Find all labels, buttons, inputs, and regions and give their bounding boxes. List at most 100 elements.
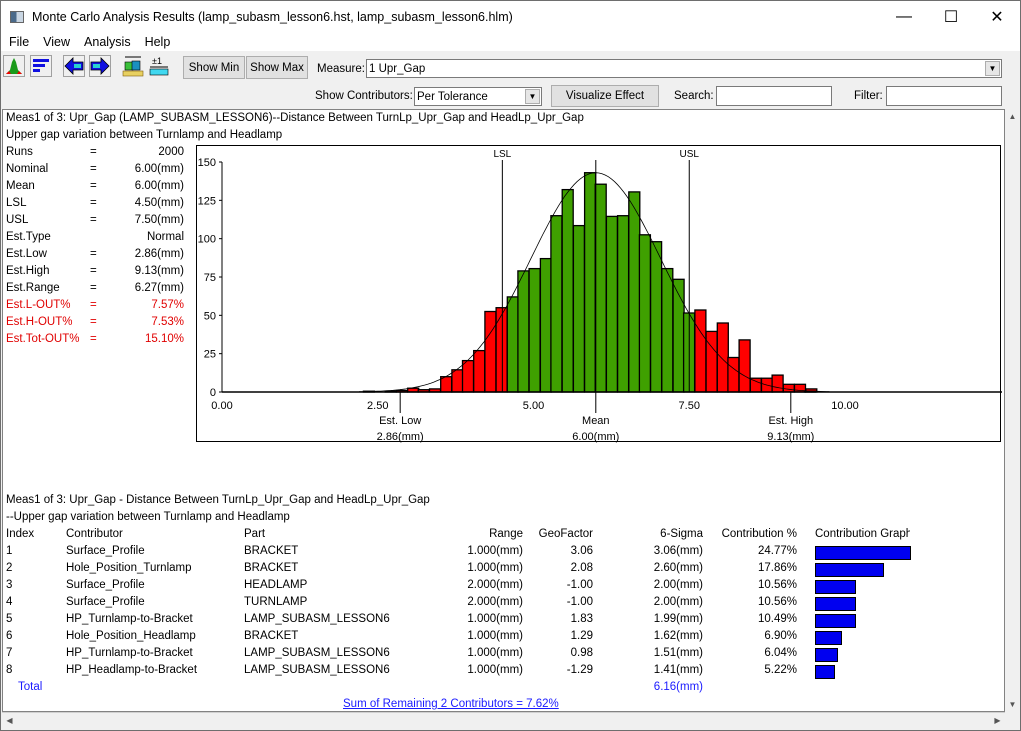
stat-row: Est.Low = 2.86(mm) (6, 248, 184, 265)
y-tick-label: 75 (204, 272, 216, 284)
sensitivity-button[interactable] (30, 55, 52, 77)
stat-row: Runs = 2000 (6, 146, 184, 163)
y-tick-label: 50 (204, 310, 216, 322)
cell-contribution-pct: 6.04% (764, 647, 797, 659)
col-contributor[interactable]: Contributor (66, 528, 123, 540)
show-max-button[interactable]: Show Max (246, 56, 308, 79)
menu-help[interactable]: Help (138, 35, 178, 49)
maximize-icon: ☐ (943, 8, 959, 26)
measure-dropdown[interactable]: 1 Upr_Gap ▼ (366, 59, 1002, 78)
col-contribution-graph[interactable]: Contribution Graph (815, 528, 910, 540)
y-tick-label: 100 (198, 234, 216, 246)
stat-key: LSL (6, 197, 27, 209)
show-min-button[interactable]: Show Min (183, 56, 245, 79)
table-row[interactable]: 4 Surface_Profile TURNLAMP 2.000(mm) -1.00 2.… (3, 596, 1003, 613)
chevron-down-icon[interactable]: ▼ (985, 61, 1000, 76)
show-contributors-value: Per Tolerance (417, 90, 488, 103)
histogram-bar (628, 191, 641, 393)
stat-row: Est.L-OUT% = 7.57% (6, 299, 184, 316)
stat-row: Est.Tot-OUT% = 15.10% (6, 333, 184, 350)
tolerance-button[interactable]: ±1 (148, 55, 170, 77)
cell-6sigma: 1.99(mm) (653, 613, 703, 625)
toolbar: ±1 Show Min Show Max Measure: 1 Upr_Gap … (1, 51, 1020, 109)
title-bar: Monte Carlo Analysis Results (lamp_subas… (1, 1, 1020, 32)
cell-contributor: Surface_Profile (66, 596, 145, 608)
histogram-bar (539, 257, 553, 393)
table-row[interactable]: 6 Hole_Position_Headlamp BRACKET 1.000(mm) 1… (3, 630, 1003, 647)
col-6sigma[interactable]: 6-Sigma (660, 528, 703, 540)
histogram-bar (451, 369, 464, 393)
show-contributors-dropdown[interactable]: Per Tolerance ▼ (414, 87, 542, 106)
stat-equals: = (90, 197, 97, 209)
scroll-left-icon[interactable]: ◀ (2, 713, 17, 728)
table-row[interactable]: 3 Surface_Profile HEADLAMP 2.000(mm) -1.00 2.… (3, 579, 1003, 596)
reference-label: LSL (493, 149, 511, 160)
table-row[interactable]: 8 HP_Headlamp-to-Bracket LAMP_SUBASM_LESSO… (3, 664, 1003, 681)
table-row[interactable]: 2 Hole_Position_Turnlamp BRACKET 1.000(mm) 2… (3, 562, 1003, 579)
menu-view[interactable]: View (36, 35, 77, 49)
stat-equals: = (90, 299, 97, 311)
table-row[interactable]: 1 Surface_Profile BRACKET 1.000(mm) 3.06 3.06… (3, 545, 1003, 562)
remaining-contributors-link[interactable]: Sum of Remaining 2 Contributors = 7.62% (343, 698, 559, 710)
stat-row: Est.Range = 6.27(mm) (6, 282, 184, 299)
next-button[interactable] (89, 55, 111, 77)
measurement-heading: Meas1 of 3: Upr_Gap (LAMP_SUBASM_LESSON6… (6, 112, 584, 124)
cell-6sigma: 1.41(mm) (653, 664, 703, 676)
previous-button[interactable] (63, 55, 85, 77)
menu-file[interactable]: File (1, 35, 36, 49)
stat-equals: = (90, 163, 97, 175)
scroll-up-icon[interactable]: ▲ (1005, 109, 1020, 124)
maximize-button[interactable]: ☐ (928, 1, 974, 32)
cell-contributor: HP_Turnlamp-to-Bracket (66, 613, 193, 625)
contribution-bar (815, 546, 911, 560)
col-range[interactable]: Range (489, 528, 523, 540)
scroll-right-icon[interactable]: ▶ (990, 713, 1005, 728)
cell-contributor: Surface_Profile (66, 545, 145, 557)
col-part[interactable]: Part (244, 528, 265, 540)
measurement-description: Upper gap variation between Turnlamp and… (6, 129, 283, 141)
cell-part: BRACKET (244, 545, 299, 557)
col-index[interactable]: Index (6, 528, 34, 540)
cell-geofactor: 1.83 (570, 613, 593, 625)
svg-text:±1: ±1 (152, 56, 162, 66)
horizontal-scrollbar[interactable]: ◀ ▶ (2, 712, 1005, 727)
cell-contribution-pct: 10.56% (757, 579, 797, 591)
col-geofactor[interactable]: GeoFactor (539, 528, 593, 540)
close-button[interactable]: ✕ (974, 1, 1020, 32)
menu-analysis[interactable]: Analysis (77, 35, 138, 49)
search-input[interactable] (716, 86, 832, 106)
stat-key: Est.Range (6, 282, 60, 294)
histogram-bar (594, 183, 607, 393)
y-tick-label: 125 (198, 195, 216, 207)
cell-range: 1.000(mm) (467, 647, 523, 659)
stat-key: Nominal (6, 163, 49, 175)
cell-contribution-pct: 24.77% (757, 545, 797, 557)
histogram-bar (749, 377, 762, 393)
stat-key: Est.Type (6, 231, 51, 243)
cell-index: 3 (6, 579, 13, 591)
col-contribution-pct[interactable]: Contribution % (722, 528, 797, 540)
histogram-bar (528, 267, 541, 393)
vertical-scrollbar[interactable]: ▲ ▼ (1005, 109, 1020, 712)
table-row[interactable]: 5 HP_Turnlamp-to-Bracket LAMP_SUBASM_LESSO… (3, 613, 1003, 630)
table-row[interactable]: 7 HP_Turnlamp-to-Bracket LAMP_SUBASM_LESSO… (3, 647, 1003, 664)
visualize-effect-button[interactable]: Visualize Effect (551, 85, 659, 107)
histogram-bar (716, 322, 729, 393)
stat-row: Est.H-OUT% = 7.53% (6, 316, 184, 333)
results-pane: Meas1 of 3: Upr_Gap (LAMP_SUBASM_LESSON6… (2, 109, 1005, 712)
histogram-button[interactable] (3, 55, 25, 77)
histogram-bar (782, 383, 795, 393)
cell-index: 5 (6, 613, 13, 625)
geofactor-button[interactable] (122, 55, 144, 77)
stat-key: Est.L-OUT% (6, 299, 71, 311)
monte-carlo-window: Monte Carlo Analysis Results (lamp_subas… (0, 0, 1021, 731)
cell-range: 2.000(mm) (467, 596, 523, 608)
cell-index: 4 (6, 596, 13, 608)
contributors-heading: Meas1 of 3: Upr_Gap - Distance Between T… (6, 494, 430, 506)
measure-label: Measure: (317, 63, 365, 75)
chevron-down-icon[interactable]: ▼ (525, 89, 540, 104)
minimize-button[interactable]: — (881, 1, 927, 32)
scroll-down-icon[interactable]: ▼ (1005, 697, 1020, 712)
filter-input[interactable] (886, 86, 1002, 106)
total-value: 6.16(mm) (653, 681, 703, 693)
